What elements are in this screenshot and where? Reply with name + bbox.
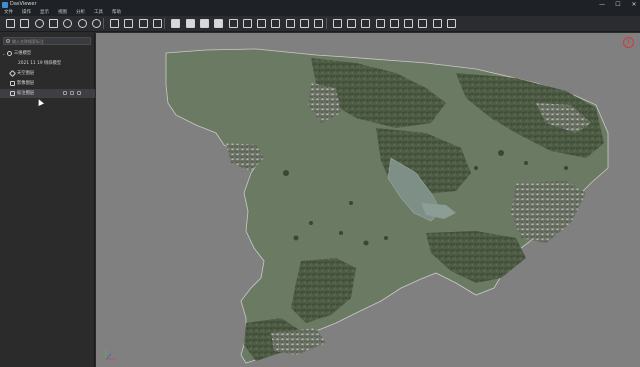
tree-item-label: 影像图层 xyxy=(17,81,35,86)
tree-item-annotation-layer[interactable]: 标注图层 xyxy=(0,89,95,98)
menu-file[interactable]: 文件 xyxy=(4,9,13,16)
app-window: DasViewer — ☐ ✕ 文件 操作 显示 视图 分析 工具 帮助 ⌄ 三… xyxy=(0,0,640,367)
row-actions xyxy=(63,91,81,95)
menu-display[interactable]: 显示 xyxy=(40,9,49,16)
tree-root-3d-model[interactable]: ⌄ 三维模型 xyxy=(0,49,95,58)
urban-area xyxy=(511,181,586,243)
more-icon[interactable] xyxy=(63,91,67,95)
visibility-icon[interactable] xyxy=(77,91,81,95)
search-box xyxy=(3,37,91,45)
close-button[interactable]: ✕ xyxy=(630,0,638,9)
layout-icon[interactable] xyxy=(124,19,134,28)
line-measure-icon[interactable] xyxy=(332,19,342,28)
toolbar xyxy=(0,16,640,32)
cube-top-icon[interactable] xyxy=(185,19,195,28)
menu-bar: 文件 操作 显示 视图 分析 工具 帮助 xyxy=(0,9,640,16)
toolbar-separator xyxy=(103,18,105,29)
menu-operate[interactable]: 操作 xyxy=(22,9,31,16)
mouse-cursor-icon xyxy=(36,98,44,106)
image-icon[interactable] xyxy=(447,19,456,28)
3d-viewport[interactable] xyxy=(96,33,640,367)
toolbar-separator xyxy=(164,18,166,29)
box-icon[interactable] xyxy=(361,19,371,28)
tree-item-image-layer[interactable]: 影像图层 xyxy=(0,79,95,88)
texture-icon[interactable] xyxy=(389,19,399,28)
search-input[interactable] xyxy=(12,38,90,44)
layers-icon[interactable] xyxy=(404,19,414,28)
pin-icon[interactable] xyxy=(375,19,385,28)
maximize-button[interactable]: ☐ xyxy=(614,0,622,9)
cloud-icon[interactable] xyxy=(34,19,44,28)
toolbar-separator xyxy=(325,18,327,29)
title-bar: DasViewer — ☐ ✕ xyxy=(0,0,640,9)
crop-icon[interactable] xyxy=(314,19,324,28)
app-title: DasViewer xyxy=(10,1,37,7)
tree-item-model-file[interactable]: 2021 11 19 倾斜模型 xyxy=(0,59,95,68)
image-layer-icon xyxy=(10,81,15,86)
annotation-layer-icon xyxy=(10,91,15,96)
tree-item-label: 标注图层 xyxy=(17,91,35,96)
screenshot-icon[interactable] xyxy=(300,19,309,28)
model-icon xyxy=(7,51,12,56)
cube-side-icon[interactable] xyxy=(199,19,209,28)
menu-help[interactable]: 帮助 xyxy=(112,9,121,16)
edit-icon[interactable] xyxy=(70,91,74,95)
crop-region-icon[interactable] xyxy=(418,19,428,28)
tree-child-label: 2021 11 19 倾斜模型 xyxy=(18,61,62,66)
cube-iso-icon[interactable] xyxy=(214,19,224,28)
terrain-model[interactable] xyxy=(96,33,640,367)
scene-tree-panel: ⌄ 三维模型 2021 11 19 倾斜模型 天空图层 影像图层 标注图层 xyxy=(0,33,95,367)
lasso-icon[interactable] xyxy=(271,19,281,28)
pencil-icon[interactable] xyxy=(346,19,356,28)
camera-icon[interactable] xyxy=(285,19,295,28)
tree-item-label: 天空图层 xyxy=(17,71,35,76)
window-controls: — ☐ ✕ xyxy=(598,0,638,9)
search-icon[interactable] xyxy=(138,19,148,28)
app-logo-icon xyxy=(2,1,8,8)
sky-layer-icon xyxy=(8,69,17,78)
ruler-icon[interactable] xyxy=(242,19,252,28)
tag-icon[interactable] xyxy=(432,19,442,28)
grid-icon[interactable] xyxy=(228,19,238,28)
measure-icon[interactable] xyxy=(257,19,267,28)
menu-analysis[interactable]: 分析 xyxy=(76,9,85,16)
save-icon[interactable] xyxy=(48,19,58,28)
refresh-icon[interactable] xyxy=(63,19,73,28)
menu-tools[interactable]: 工具 xyxy=(94,9,103,16)
tree-root-label: 三维模型 xyxy=(14,51,32,56)
cube-front-icon[interactable] xyxy=(171,19,181,28)
minimize-button[interactable]: — xyxy=(598,0,606,9)
compass-icon[interactable] xyxy=(623,37,634,48)
crosshair-icon[interactable] xyxy=(110,19,120,28)
flag-icon[interactable] xyxy=(153,19,162,28)
settings-icon[interactable] xyxy=(77,19,87,28)
search-icon xyxy=(6,39,10,43)
axis-gizmo-icon xyxy=(105,350,115,360)
menu-view[interactable]: 视图 xyxy=(58,9,67,16)
close-circle-icon[interactable] xyxy=(91,19,101,28)
open-folder-icon[interactable] xyxy=(20,19,30,28)
new-file-icon[interactable] xyxy=(6,19,15,28)
tree-item-sky-layer[interactable]: 天空图层 xyxy=(0,69,95,78)
